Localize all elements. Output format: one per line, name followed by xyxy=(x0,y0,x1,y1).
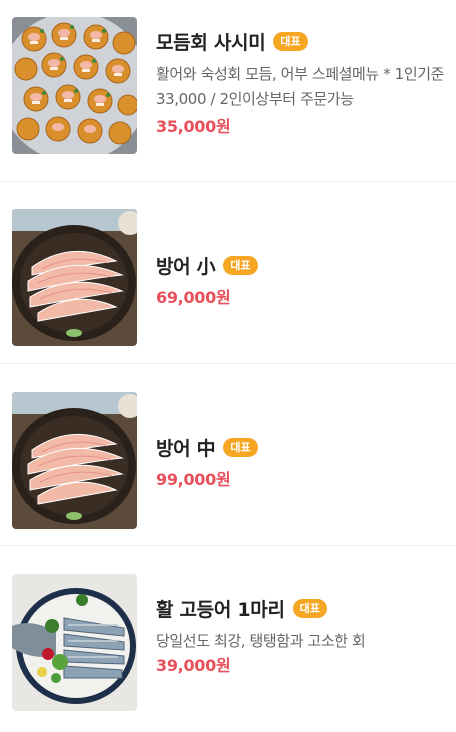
signature-badge: 대표 xyxy=(223,255,258,275)
menu-item-name: 모듬회 사시미 xyxy=(156,31,266,54)
menu-item-price: 99,000원 xyxy=(156,470,231,489)
menu-item-info: 모듬회 사시미 대표 활어와 숙성회 모듬, 어부 스페셜메뉴 * 1인기준 3… xyxy=(156,28,446,139)
yellowtail-plate-illustration xyxy=(12,392,137,529)
title-row: 모듬회 사시미 대표 xyxy=(156,28,446,54)
menu-item[interactable]: 모듬회 사시미 대표 활어와 숙성회 모듬, 어부 스페셜메뉴 * 1인기준 3… xyxy=(0,0,456,182)
mackerel-plate-illustration xyxy=(12,574,137,711)
title-row: 방어 小 대표 xyxy=(156,252,446,278)
menu-item-price: 39,000원 xyxy=(156,656,231,675)
menu-item-price: 69,000원 xyxy=(156,288,231,307)
menu-item[interactable]: 방어 小 대표 69,000원 xyxy=(0,182,456,364)
signature-badge: 대표 xyxy=(292,598,327,618)
sashimi-platter-illustration xyxy=(12,17,137,154)
yellowtail-plate-image[interactable] xyxy=(12,392,137,529)
signature-badge: 대표 xyxy=(223,437,258,457)
menu-item-name: 방어 小 xyxy=(156,255,216,278)
menu-list: 모듬회 사시미 대표 활어와 숙성회 모듬, 어부 스페셜메뉴 * 1인기준 3… xyxy=(0,0,456,728)
yellowtail-plate-illustration xyxy=(12,209,137,346)
menu-item-name: 방어 中 xyxy=(156,437,216,460)
menu-item[interactable]: 활 고등어 1마리 대표 당일선도 최강, 탱탱함과 고소한 회 39,000원 xyxy=(0,546,456,728)
title-row: 방어 中 대표 xyxy=(156,434,446,460)
sashimi-platter-image[interactable] xyxy=(12,17,137,154)
title-row: 활 고등어 1마리 대표 xyxy=(156,595,446,621)
menu-item-name: 활 고등어 1마리 xyxy=(156,598,285,621)
menu-item-info: 활 고등어 1마리 대표 당일선도 최강, 탱탱함과 고소한 회 39,000원 xyxy=(156,595,446,678)
menu-item-price: 35,000원 xyxy=(156,117,231,136)
menu-item-info: 방어 中 대표 99,000원 xyxy=(156,434,446,492)
menu-item-info: 방어 小 대표 69,000원 xyxy=(156,252,446,310)
menu-item-description: 당일선도 최강, 탱탱함과 고소한 회 xyxy=(156,632,366,650)
menu-item[interactable]: 방어 中 대표 99,000원 xyxy=(0,364,456,546)
signature-badge: 대표 xyxy=(273,31,308,51)
yellowtail-plate-image[interactable] xyxy=(12,209,137,346)
mackerel-plate-image[interactable] xyxy=(12,574,137,711)
menu-item-description: 활어와 숙성회 모듬, 어부 스페셜메뉴 * 1인기준 33,000 / 2인이… xyxy=(156,65,445,108)
